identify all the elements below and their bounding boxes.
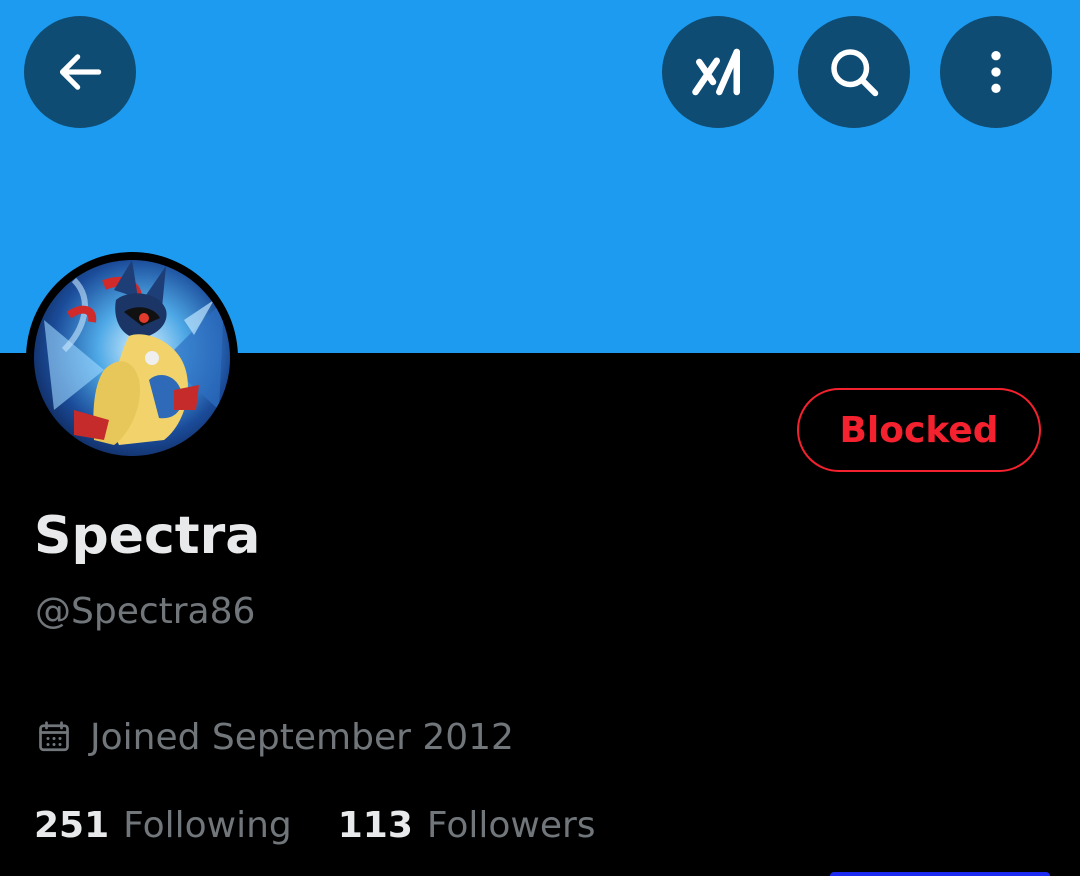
avatar-frame[interactable] [26,252,238,464]
search-button[interactable] [798,16,910,128]
follow-stats: 251 Following 113 Followers [34,800,596,850]
search-icon [831,49,879,97]
display-name: Spectra [34,506,261,566]
more-options-button[interactable] [940,16,1052,128]
blocked-button[interactable]: Blocked [797,388,1041,472]
back-button[interactable] [24,16,136,128]
followers-label: Followers [426,804,596,846]
user-handle: @Spectra86 [35,591,256,632]
floating-button-edge[interactable] [830,872,1050,876]
grok-button[interactable] [662,16,774,128]
profile-page: Blocked Spectra @Spectra86 Joined Septem… [0,0,1080,876]
avatar[interactable] [34,260,230,456]
following-link[interactable]: 251 Following [34,805,292,846]
followers-count: 113 [337,804,413,846]
calendar-icon [39,721,69,752]
following-count: 251 [34,804,110,846]
more-vertical-icon [991,51,1001,93]
join-date-text: Joined September 2012 [90,716,514,758]
grok-logo-icon [692,48,740,96]
followers-link[interactable]: 113 Followers [338,805,596,846]
arrow-left-icon [59,54,102,90]
following-label: Following [123,804,292,846]
join-date-row: Joined September 2012 [36,712,514,762]
avatar-image [34,260,230,456]
